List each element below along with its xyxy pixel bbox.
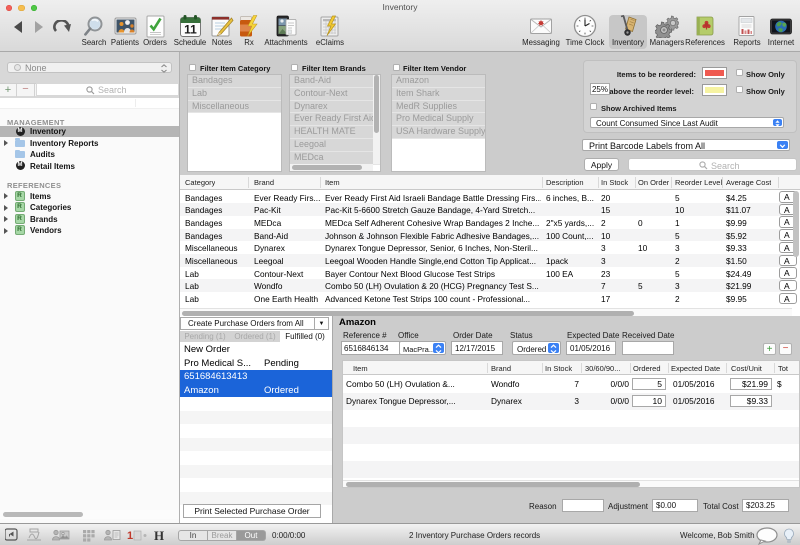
svg-text:1: 1 (127, 530, 133, 542)
svg-text:H: H (154, 528, 164, 542)
svg-text:11: 11 (184, 23, 197, 37)
